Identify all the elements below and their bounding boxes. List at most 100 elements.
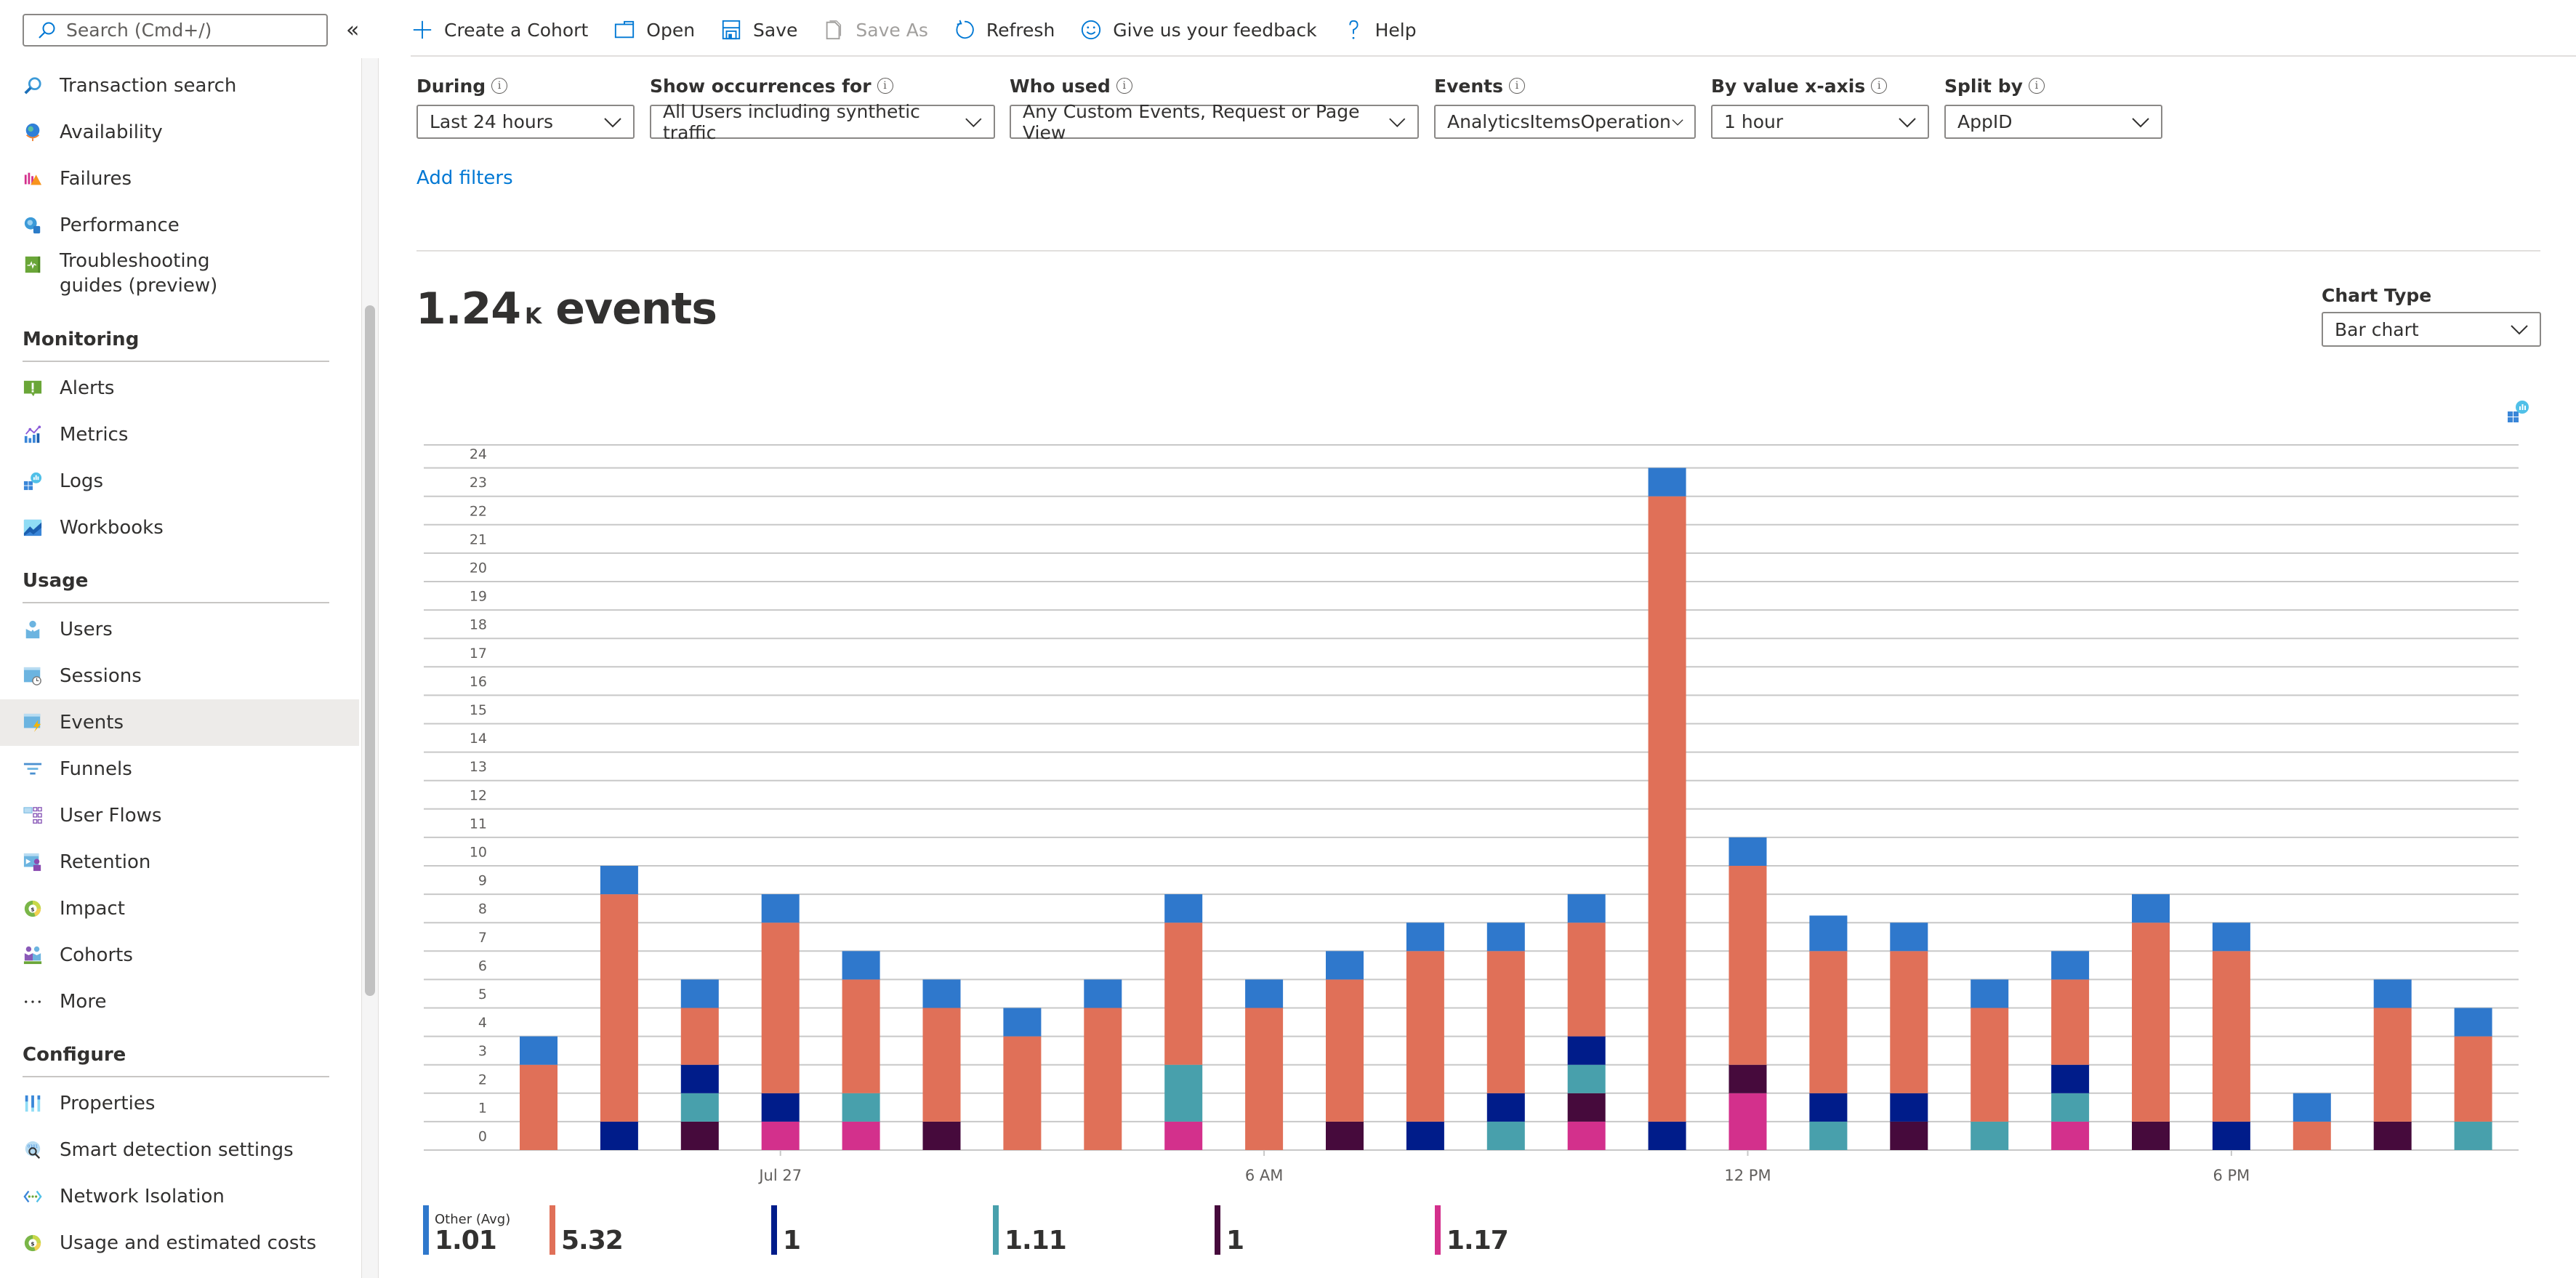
bar-segment[interactable] [1890, 1093, 1928, 1122]
info-icon[interactable]: i [2028, 78, 2045, 94]
bar-segment[interactable] [600, 1121, 638, 1150]
bar-segment[interactable] [1245, 979, 1284, 1008]
bar-segment[interactable] [1245, 1008, 1284, 1151]
sidebar-item-alerts[interactable]: Alerts [0, 365, 359, 411]
bar-segment[interactable] [1164, 1121, 1203, 1150]
bar-segment[interactable] [520, 1064, 558, 1150]
bar-stack[interactable] [1971, 979, 2009, 1150]
bar-stack[interactable] [2373, 979, 2412, 1150]
bar-segment[interactable] [1728, 837, 1767, 866]
add-filters-link[interactable]: Add filters [416, 167, 513, 189]
legend-item[interactable]: 5.32 [550, 1205, 624, 1255]
bar-segment[interactable] [1809, 1121, 1848, 1150]
bar-segment[interactable] [1406, 951, 1444, 1122]
bar-stack[interactable] [1567, 894, 1606, 1150]
bar-segment[interactable] [1567, 1121, 1606, 1150]
help-button[interactable]: Help [1342, 18, 1417, 41]
sidebar-item-events[interactable]: Events [0, 699, 359, 746]
bar-segment[interactable] [842, 951, 880, 980]
sidebar-item-user-flows[interactable]: User Flows [0, 792, 359, 839]
sidebar-item-transaction-search[interactable]: Transaction search [0, 63, 359, 109]
bar-segment[interactable] [1003, 1008, 1042, 1037]
bar-stack[interactable] [520, 1036, 558, 1150]
show-occurrences-dropdown[interactable]: All Users including synthetic traffic [650, 101, 995, 143]
sidebar-item-availability[interactable]: Availability [0, 109, 359, 156]
bar-segment[interactable] [1164, 894, 1203, 923]
bar-segment[interactable] [680, 1093, 719, 1122]
bar-segment[interactable] [2454, 1121, 2492, 1150]
bar-segment[interactable] [1809, 915, 1848, 952]
bar-segment[interactable] [1648, 467, 1686, 497]
sidebar-item-smart-detection-settings[interactable]: 0101 Smart detection settings [0, 1127, 359, 1173]
sidebar-item-properties[interactable]: Properties [0, 1080, 359, 1127]
bar-stack[interactable] [1406, 923, 1444, 1150]
bar-segment[interactable] [680, 1121, 719, 1150]
bar-segment[interactable] [1164, 923, 1203, 1065]
sidebar-item-workbooks[interactable]: Workbooks [0, 505, 359, 551]
sidebar-item-usage-and-estimated-costs[interactable]: $ Usage and estimated costs [0, 1220, 359, 1266]
bar-segment[interactable] [1084, 1008, 1122, 1151]
bar-stack[interactable] [2212, 923, 2250, 1150]
bar-stack[interactable] [1890, 923, 1928, 1150]
bar-segment[interactable] [1971, 1121, 2009, 1150]
bar-stack[interactable] [1486, 923, 1525, 1150]
bar-segment[interactable] [1406, 923, 1444, 952]
bar-segment[interactable] [922, 1008, 961, 1122]
sidebar-item-funnels[interactable]: Funnels [0, 746, 359, 792]
bar-segment[interactable] [2132, 894, 2170, 923]
bar-segment[interactable] [1890, 1121, 1928, 1150]
bar-segment[interactable] [922, 979, 961, 1008]
save-button[interactable]: Save [720, 18, 797, 41]
by-value-dropdown[interactable]: 1 hour [1711, 105, 1929, 139]
bar-stack[interactable] [1809, 915, 1848, 1150]
bar-segment[interactable] [600, 866, 638, 895]
bar-segment[interactable] [1890, 923, 1928, 952]
bar-stack[interactable] [1164, 894, 1203, 1150]
bar-segment[interactable] [761, 1121, 800, 1150]
bar-segment[interactable] [922, 1121, 961, 1150]
legend-item[interactable]: 1.17 [1435, 1205, 1509, 1255]
open-in-logs-button[interactable] [2506, 400, 2529, 423]
bar-segment[interactable] [1406, 1121, 1444, 1150]
bar-segment[interactable] [1486, 951, 1525, 1093]
bar-stack[interactable] [1084, 979, 1122, 1150]
legend-item[interactable]: 1.11 [993, 1205, 1067, 1255]
info-icon[interactable]: i [1871, 78, 1888, 94]
bar-segment[interactable] [2051, 951, 2090, 980]
bar-segment[interactable] [1003, 1036, 1042, 1150]
bar-stack[interactable] [842, 951, 880, 1150]
bar-segment[interactable] [1890, 951, 1928, 1093]
bar-stack[interactable] [1245, 979, 1284, 1151]
sidebar-item-metrics[interactable]: Metrics [0, 411, 359, 458]
sidebar-item-performance[interactable]: Performance [0, 202, 359, 249]
bar-segment[interactable] [2132, 923, 2170, 1122]
bar-segment[interactable] [680, 1008, 719, 1065]
events-dropdown[interactable]: AnalyticsItemsOperation [1434, 105, 1696, 139]
bar-segment[interactable] [1486, 923, 1525, 952]
bar-segment[interactable] [2212, 923, 2250, 952]
bar-segment[interactable] [2454, 1036, 2492, 1122]
bar-segment[interactable] [1728, 866, 1767, 1065]
bar-segment[interactable] [1728, 1093, 1767, 1150]
bar-segment[interactable] [1486, 1121, 1525, 1150]
split-by-dropdown[interactable]: AppID [1944, 105, 2162, 139]
open-button[interactable]: Open [613, 18, 695, 41]
sidebar-item-users[interactable]: Users [0, 606, 359, 653]
bar-segment[interactable] [1326, 951, 1364, 980]
collapse-sidebar-button[interactable]: « [346, 17, 359, 43]
bar-segment[interactable] [1809, 1093, 1848, 1122]
bar-stack[interactable] [2051, 951, 2090, 1150]
bar-segment[interactable] [1809, 951, 1848, 1093]
bar-segment[interactable] [842, 1121, 880, 1150]
bar-segment[interactable] [1971, 1008, 2009, 1122]
bar-stack[interactable] [2454, 1008, 2492, 1151]
who-used-dropdown[interactable]: Any Custom Events, Request or Page View [1010, 101, 1419, 143]
bar-segment[interactable] [2212, 1121, 2250, 1150]
bar-segment[interactable] [1326, 1121, 1364, 1150]
bar-segment[interactable] [1567, 1093, 1606, 1122]
bar-segment[interactable] [2051, 1093, 2090, 1122]
bar-stack[interactable] [600, 866, 638, 1150]
bar-segment[interactable] [2373, 1008, 2412, 1122]
bar-segment[interactable] [2373, 979, 2412, 1008]
sidebar-item-troubleshooting-guides-preview[interactable]: Troubleshooting guides (preview) [0, 249, 359, 310]
